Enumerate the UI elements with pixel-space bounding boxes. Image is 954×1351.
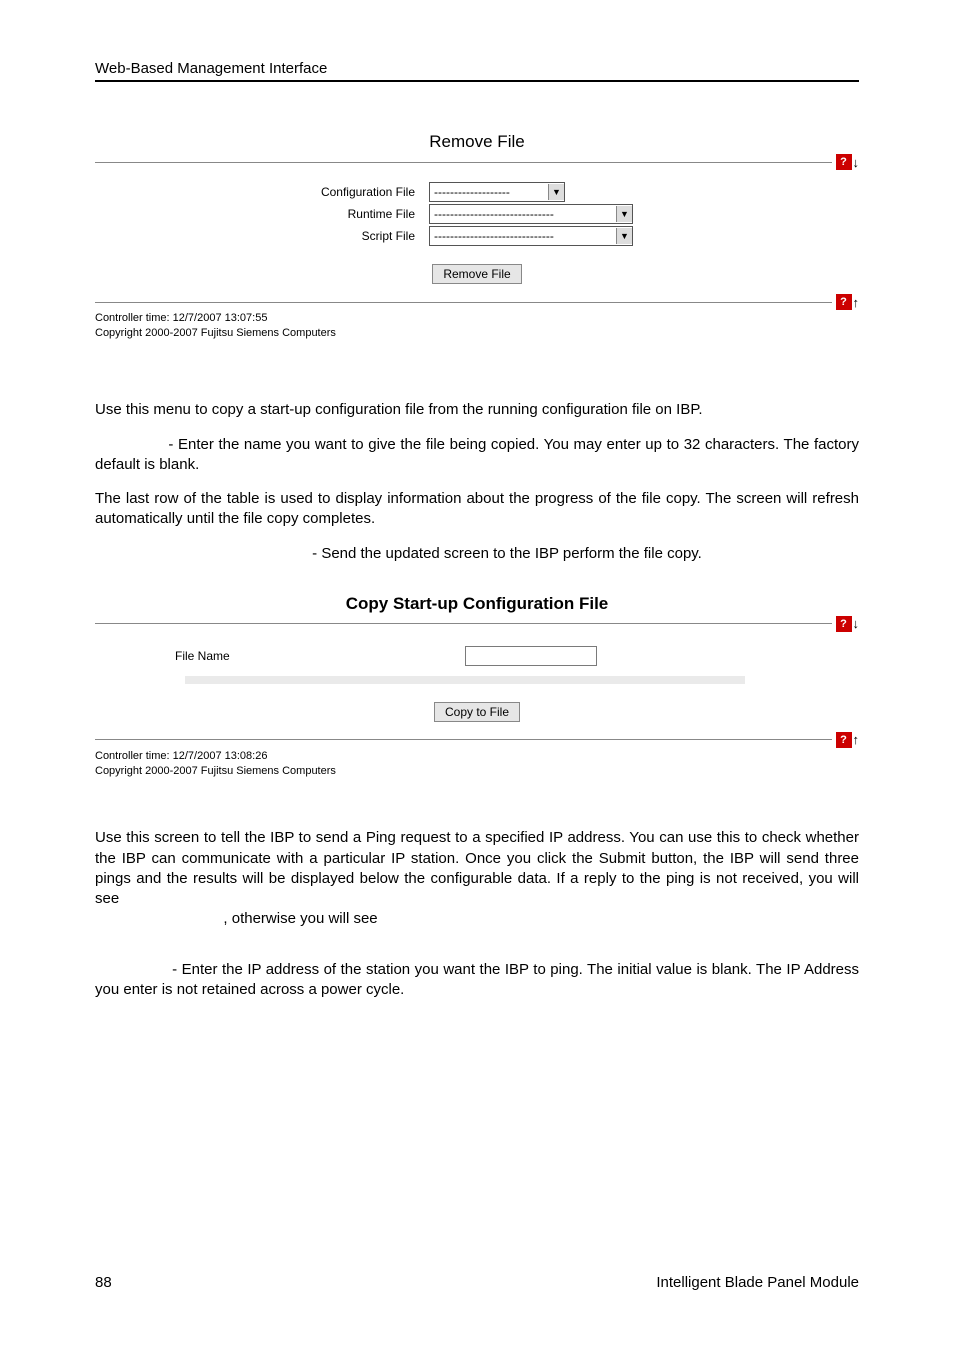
filename-input[interactable] [465, 646, 597, 666]
header-title: Web-Based Management Interface [95, 60, 859, 80]
divider-top: ? ↓ [95, 154, 859, 170]
copy-to-file-button[interactable]: Copy to File [434, 702, 520, 722]
script-file-label: Script File [95, 229, 429, 243]
send-help: - Send the updated screen to the IBP per… [155, 544, 859, 564]
progress-bar [185, 676, 745, 684]
page-number: 88 [95, 1274, 112, 1291]
script-file-select[interactable]: ------------------------------ ▼ [429, 226, 633, 246]
divider-bottom: ? ↑ [95, 294, 859, 310]
filename-label: File Name [95, 649, 355, 663]
config-file-select[interactable]: ------------------- ▼ [429, 182, 565, 202]
chevron-down-icon: ▼ [548, 184, 564, 200]
copy-startup-panel: Copy Start-up Configuration File ? ↓ Fil… [95, 594, 859, 778]
ping-intro: Use this screen to tell the IBP to send … [95, 828, 859, 929]
copyright: Copyright 2000-2007 Fujitsu Siemens Comp… [95, 765, 859, 778]
doc-title: Intelligent Blade Panel Module [656, 1274, 859, 1291]
remove-file-button[interactable]: Remove File [432, 264, 521, 284]
panel-title: Copy Start-up Configuration File [95, 594, 859, 614]
intro-text: Use this menu to copy a start-up configu… [95, 400, 859, 420]
divider-top: ? ↓ [95, 616, 859, 632]
copyright: Copyright 2000-2007 Fujitsu Siemens Comp… [95, 327, 859, 340]
divider-bottom: ? ↑ [95, 732, 859, 748]
chevron-down-icon: ▼ [616, 228, 632, 244]
panel-title: Remove File [95, 132, 859, 152]
filename-help: File Name - Enter the name you want to g… [95, 435, 859, 476]
remove-file-panel: Remove File ? ↓ Configuration File -----… [95, 132, 859, 340]
body-text-2: Use this screen to tell the IBP to send … [95, 828, 859, 1000]
runtime-file-label: Runtime File [95, 207, 429, 221]
chevron-down-icon: ▼ [616, 206, 632, 222]
page-header: Web-Based Management Interface [95, 60, 859, 82]
page-footer: 88 Intelligent Blade Panel Module [95, 1274, 859, 1291]
arrow-down-icon[interactable]: ↓ [853, 616, 860, 631]
arrow-down-icon[interactable]: ↓ [853, 155, 860, 170]
ip-help: IP Address - Enter the IP address of the… [95, 960, 859, 1001]
help-icon[interactable]: ? [836, 294, 852, 310]
lastrow-help: The last row of the table is used to dis… [95, 489, 859, 530]
help-icon[interactable]: ? [836, 154, 852, 170]
body-text-1: Use this menu to copy a start-up configu… [95, 400, 859, 564]
arrow-up-icon[interactable]: ↑ [853, 732, 860, 747]
controller-time: Controller time: 12/7/2007 13:07:55 [95, 312, 859, 325]
help-icon[interactable]: ? [836, 732, 852, 748]
config-file-label: Configuration File [95, 185, 429, 199]
help-icon[interactable]: ? [836, 616, 852, 632]
runtime-file-select[interactable]: ------------------------------ ▼ [429, 204, 633, 224]
arrow-up-icon[interactable]: ↑ [853, 295, 860, 310]
controller-time: Controller time: 12/7/2007 13:08:26 [95, 750, 859, 763]
